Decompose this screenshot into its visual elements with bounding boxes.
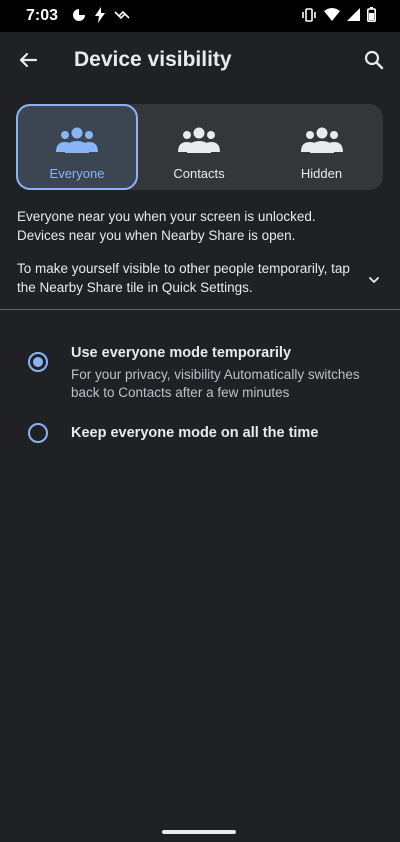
option-subtitle: For your privacy, visibility Automatical… bbox=[71, 367, 360, 400]
page-title: Device visibility bbox=[74, 48, 232, 71]
quick-settings-hint: To make yourself visible to other people… bbox=[17, 261, 350, 295]
tab-everyone[interactable]: Everyone bbox=[16, 104, 138, 190]
people-group-icon bbox=[55, 126, 99, 156]
tab-everyone-label: Everyone bbox=[49, 166, 105, 181]
radio-unselected[interactable] bbox=[28, 423, 48, 443]
tab-hidden-label: Hidden bbox=[300, 166, 343, 181]
expand-button[interactable] bbox=[366, 272, 382, 288]
people-group-icon bbox=[177, 126, 221, 156]
tab-contacts[interactable]: Contacts bbox=[138, 104, 260, 190]
back-button[interactable] bbox=[14, 46, 42, 74]
status-right-icons bbox=[301, 7, 376, 22]
description-line-2: Devices near you when Nearby Share is op… bbox=[17, 228, 296, 243]
option-always-everyone[interactable]: Keep everyone mode on all the time bbox=[0, 418, 400, 450]
pie-notification-icon bbox=[72, 8, 86, 22]
data-saver-icon bbox=[114, 9, 130, 21]
wifi-icon bbox=[324, 8, 340, 21]
app-bar: Device visibility bbox=[0, 32, 400, 88]
divider bbox=[0, 309, 400, 310]
signal-icon bbox=[347, 8, 360, 21]
description-line-1: Everyone near you when your screen is un… bbox=[17, 209, 316, 224]
search-button[interactable] bbox=[360, 46, 388, 74]
status-left-icons bbox=[72, 7, 130, 23]
radio-selected[interactable] bbox=[28, 352, 48, 372]
search-icon bbox=[364, 50, 384, 70]
status-bar: 7:03 bbox=[0, 0, 400, 32]
tab-contacts-label: Contacts bbox=[173, 166, 225, 181]
option-temporary-everyone[interactable]: Use everyone mode temporarily For your p… bbox=[0, 340, 400, 404]
battery-icon bbox=[367, 7, 376, 22]
tab-hidden[interactable]: Hidden bbox=[260, 104, 383, 190]
vibrate-icon bbox=[301, 7, 317, 22]
option-title: Use everyone mode temporarily bbox=[71, 345, 292, 361]
arrow-back-icon bbox=[19, 52, 38, 68]
flash-icon bbox=[94, 7, 106, 23]
people-group-icon bbox=[300, 126, 344, 156]
gesture-nav-handle[interactable] bbox=[162, 830, 236, 834]
status-time: 7:03 bbox=[26, 7, 59, 24]
chevron-down-icon bbox=[369, 277, 379, 283]
visibility-description: Everyone near you when your screen is un… bbox=[17, 207, 377, 245]
visibility-selector: Everyone Contacts Hidden bbox=[16, 104, 383, 190]
option-title: Keep everyone mode on all the time bbox=[71, 425, 319, 441]
